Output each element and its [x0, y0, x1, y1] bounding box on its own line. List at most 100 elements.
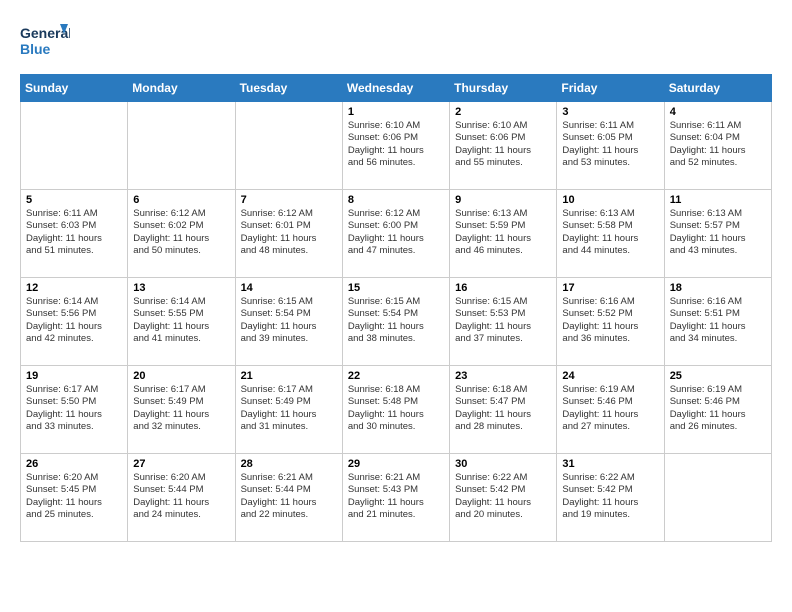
day-number: 19 — [26, 370, 122, 382]
cell-info: Sunrise: 6:10 AMSunset: 6:06 PMDaylight:… — [455, 120, 551, 169]
cell-info: Sunrise: 6:17 AMSunset: 5:49 PMDaylight:… — [241, 384, 337, 433]
day-number: 4 — [670, 106, 766, 118]
cell-info: Sunrise: 6:11 AMSunset: 6:05 PMDaylight:… — [562, 120, 658, 169]
day-number: 6 — [133, 194, 229, 206]
cell-info: Sunrise: 6:13 AMSunset: 5:57 PMDaylight:… — [670, 208, 766, 257]
day-number: 5 — [26, 194, 122, 206]
day-number: 15 — [348, 282, 444, 294]
cell-info: Sunrise: 6:10 AMSunset: 6:06 PMDaylight:… — [348, 120, 444, 169]
cell-info: Sunrise: 6:13 AMSunset: 5:59 PMDaylight:… — [455, 208, 551, 257]
day-number: 2 — [455, 106, 551, 118]
day-number: 8 — [348, 194, 444, 206]
calendar-cell: 11Sunrise: 6:13 AMSunset: 5:57 PMDayligh… — [664, 190, 771, 278]
header-friday: Friday — [557, 75, 664, 102]
week-row-1: 1 Sunrise: 6:10 AMSunset: 6:06 PMDaylight… — [21, 102, 772, 190]
cell-info: Sunrise: 6:18 AMSunset: 5:48 PMDaylight:… — [348, 384, 444, 433]
cell-info: Sunrise: 6:17 AMSunset: 5:49 PMDaylight:… — [133, 384, 229, 433]
calendar-cell: 29 Sunrise: 6:21 AMSunset: 5:43 PMDayligh… — [342, 454, 449, 542]
day-number: 24 — [562, 370, 658, 382]
calendar-cell: 23 Sunrise: 6:18 AMSunset: 5:47 PMDayligh… — [450, 366, 557, 454]
calendar-cell: 3Sunrise: 6:11 AMSunset: 6:05 PMDaylight… — [557, 102, 664, 190]
cell-info: Sunrise: 6:20 AMSunset: 5:44 PMDaylight:… — [133, 472, 229, 521]
header-row: SundayMondayTuesdayWednesdayThursdayFrid… — [21, 75, 772, 102]
logo: General Blue — [20, 20, 70, 64]
day-number: 22 — [348, 370, 444, 382]
calendar-cell: 30Sunrise: 6:22 AMSunset: 5:42 PMDayligh… — [450, 454, 557, 542]
calendar-cell — [235, 102, 342, 190]
calendar-cell: 21 Sunrise: 6:17 AMSunset: 5:49 PMDayligh… — [235, 366, 342, 454]
calendar-cell: 31 Sunrise: 6:22 AMSunset: 5:42 PMDayligh… — [557, 454, 664, 542]
calendar-cell: 18 Sunrise: 6:16 AMSunset: 5:51 PMDayligh… — [664, 278, 771, 366]
day-number: 13 — [133, 282, 229, 294]
day-number: 10 — [562, 194, 658, 206]
week-row-2: 5 Sunrise: 6:11 AMSunset: 6:03 PMDaylight… — [21, 190, 772, 278]
day-number: 28 — [241, 458, 337, 470]
week-row-3: 12Sunrise: 6:14 AMSunset: 5:56 PMDayligh… — [21, 278, 772, 366]
day-number: 26 — [26, 458, 122, 470]
cell-info: Sunrise: 6:16 AMSunset: 5:52 PMDaylight:… — [562, 296, 658, 345]
calendar-cell: 15 Sunrise: 6:15 AMSunset: 5:54 PMDayligh… — [342, 278, 449, 366]
day-number: 7 — [241, 194, 337, 206]
cell-info: Sunrise: 6:18 AMSunset: 5:47 PMDaylight:… — [455, 384, 551, 433]
cell-info: Sunrise: 6:13 AMSunset: 5:58 PMDaylight:… — [562, 208, 658, 257]
header-wednesday: Wednesday — [342, 75, 449, 102]
calendar-cell: 4 Sunrise: 6:11 AMSunset: 6:04 PMDaylight… — [664, 102, 771, 190]
header-tuesday: Tuesday — [235, 75, 342, 102]
day-number: 12 — [26, 282, 122, 294]
calendar-cell: 27 Sunrise: 6:20 AMSunset: 5:44 PMDayligh… — [128, 454, 235, 542]
calendar-cell: 9 Sunrise: 6:13 AMSunset: 5:59 PMDaylight… — [450, 190, 557, 278]
cell-info: Sunrise: 6:20 AMSunset: 5:45 PMDaylight:… — [26, 472, 122, 521]
cell-info: Sunrise: 6:17 AMSunset: 5:50 PMDaylight:… — [26, 384, 122, 433]
cell-info: Sunrise: 6:15 AMSunset: 5:53 PMDaylight:… — [455, 296, 551, 345]
cell-info: Sunrise: 6:19 AMSunset: 5:46 PMDaylight:… — [670, 384, 766, 433]
header-saturday: Saturday — [664, 75, 771, 102]
calendar-cell: 8 Sunrise: 6:12 AMSunset: 6:00 PMDaylight… — [342, 190, 449, 278]
day-number: 31 — [562, 458, 658, 470]
day-number: 21 — [241, 370, 337, 382]
cell-info: Sunrise: 6:11 AMSunset: 6:03 PMDaylight:… — [26, 208, 122, 257]
day-number: 29 — [348, 458, 444, 470]
cell-info: Sunrise: 6:19 AMSunset: 5:46 PMDaylight:… — [562, 384, 658, 433]
header-sunday: Sunday — [21, 75, 128, 102]
calendar-cell: 22 Sunrise: 6:18 AMSunset: 5:48 PMDayligh… — [342, 366, 449, 454]
header-monday: Monday — [128, 75, 235, 102]
calendar-cell: 17 Sunrise: 6:16 AMSunset: 5:52 PMDayligh… — [557, 278, 664, 366]
calendar-cell: 26 Sunrise: 6:20 AMSunset: 5:45 PMDayligh… — [21, 454, 128, 542]
cell-info: Sunrise: 6:21 AMSunset: 5:43 PMDaylight:… — [348, 472, 444, 521]
day-number: 18 — [670, 282, 766, 294]
day-number: 17 — [562, 282, 658, 294]
cell-info: Sunrise: 6:11 AMSunset: 6:04 PMDaylight:… — [670, 120, 766, 169]
week-row-4: 19 Sunrise: 6:17 AMSunset: 5:50 PMDayligh… — [21, 366, 772, 454]
cell-info: Sunrise: 6:12 AMSunset: 6:02 PMDaylight:… — [133, 208, 229, 257]
calendar-cell: 28 Sunrise: 6:21 AMSunset: 5:44 PMDayligh… — [235, 454, 342, 542]
cell-info: Sunrise: 6:12 AMSunset: 6:01 PMDaylight:… — [241, 208, 337, 257]
calendar-cell: 2 Sunrise: 6:10 AMSunset: 6:06 PMDaylight… — [450, 102, 557, 190]
calendar-cell: 16Sunrise: 6:15 AMSunset: 5:53 PMDayligh… — [450, 278, 557, 366]
calendar-cell: 20 Sunrise: 6:17 AMSunset: 5:49 PMDayligh… — [128, 366, 235, 454]
cell-info: Sunrise: 6:15 AMSunset: 5:54 PMDaylight:… — [348, 296, 444, 345]
calendar-cell: 5 Sunrise: 6:11 AMSunset: 6:03 PMDaylight… — [21, 190, 128, 278]
cell-info: Sunrise: 6:21 AMSunset: 5:44 PMDaylight:… — [241, 472, 337, 521]
calendar-cell: 1 Sunrise: 6:10 AMSunset: 6:06 PMDaylight… — [342, 102, 449, 190]
day-number: 9 — [455, 194, 551, 206]
calendar-cell: 10 Sunrise: 6:13 AMSunset: 5:58 PMDayligh… — [557, 190, 664, 278]
svg-text:Blue: Blue — [20, 41, 51, 57]
cell-info: Sunrise: 6:16 AMSunset: 5:51 PMDaylight:… — [670, 296, 766, 345]
day-number: 14 — [241, 282, 337, 294]
cell-info: Sunrise: 6:15 AMSunset: 5:54 PMDaylight:… — [241, 296, 337, 345]
day-number: 20 — [133, 370, 229, 382]
week-row-5: 26 Sunrise: 6:20 AMSunset: 5:45 PMDayligh… — [21, 454, 772, 542]
day-number: 25 — [670, 370, 766, 382]
day-number: 27 — [133, 458, 229, 470]
logo-svg: General Blue — [20, 20, 70, 64]
day-number: 1 — [348, 106, 444, 118]
calendar-cell: 6 Sunrise: 6:12 AMSunset: 6:02 PMDaylight… — [128, 190, 235, 278]
calendar-cell: 14 Sunrise: 6:15 AMSunset: 5:54 PMDayligh… — [235, 278, 342, 366]
calendar-table: SundayMondayTuesdayWednesdayThursdayFrid… — [20, 74, 772, 542]
calendar-cell: 25 Sunrise: 6:19 AMSunset: 5:46 PMDayligh… — [664, 366, 771, 454]
cell-info: Sunrise: 6:22 AMSunset: 5:42 PMDaylight:… — [455, 472, 551, 521]
calendar-cell: 24 Sunrise: 6:19 AMSunset: 5:46 PMDayligh… — [557, 366, 664, 454]
cell-info: Sunrise: 6:22 AMSunset: 5:42 PMDaylight:… — [562, 472, 658, 521]
day-number: 23 — [455, 370, 551, 382]
cell-info: Sunrise: 6:12 AMSunset: 6:00 PMDaylight:… — [348, 208, 444, 257]
